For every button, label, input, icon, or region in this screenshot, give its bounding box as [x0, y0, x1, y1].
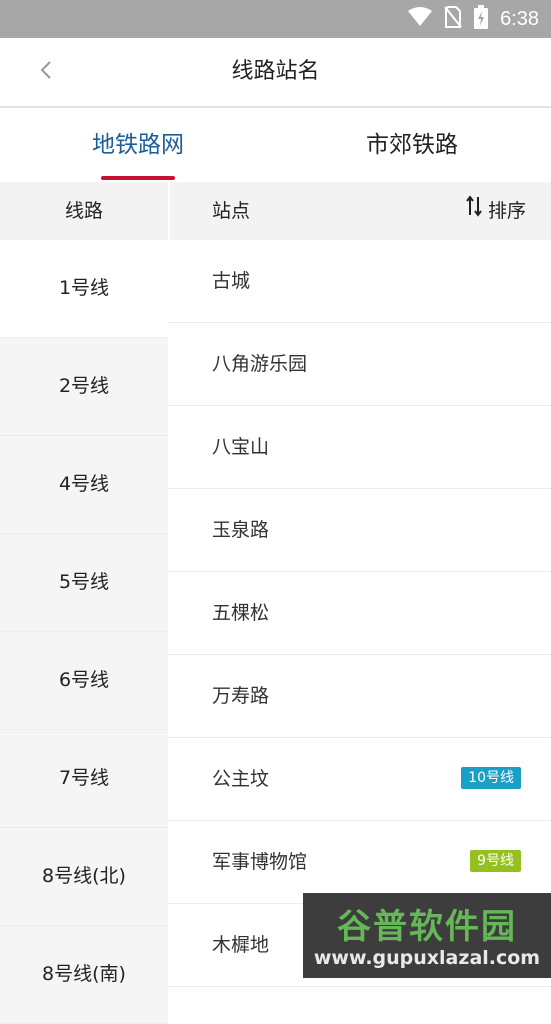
- line-list: 1号线 2号线 4号线 5号线 6号线 7号线 8号线(北) 8号线(南): [0, 240, 168, 1024]
- watermark: 谷普软件园 www.gupuxlazal.com: [303, 893, 551, 978]
- station-row[interactable]: 玉泉路: [168, 489, 551, 572]
- station-row[interactable]: 八角游乐园: [168, 323, 551, 406]
- station-name: 古城: [212, 270, 251, 292]
- watermark-title: 谷普软件园: [337, 907, 517, 947]
- station-row[interactable]: 五棵松: [168, 572, 551, 655]
- tab-suburban-railway[interactable]: 市郊铁路: [330, 108, 494, 182]
- station-row[interactable]: 公主坟 10号线: [168, 738, 551, 821]
- title-bar: 线路站名: [0, 38, 551, 108]
- station-name: 玉泉路: [212, 519, 270, 541]
- transfer-badge: 9号线: [470, 850, 521, 872]
- line-item[interactable]: 6号线: [0, 632, 168, 730]
- station-name: 军事博物馆: [212, 851, 308, 873]
- status-time: 6:38: [500, 7, 539, 30]
- line-item[interactable]: 8号线(北): [0, 828, 168, 926]
- line-item[interactable]: 1号线: [0, 240, 168, 338]
- tab-bar: 地铁路网 市郊铁路: [0, 108, 551, 182]
- line-item[interactable]: 4号线: [0, 436, 168, 534]
- line-item[interactable]: 5号线: [0, 534, 168, 632]
- back-button[interactable]: [28, 52, 64, 92]
- lines-column-header: 线路: [0, 182, 168, 240]
- line-item[interactable]: 8号线(南): [0, 926, 168, 1024]
- stations-header-label: 站点: [212, 200, 251, 222]
- station-name: 五棵松: [212, 602, 270, 624]
- station-row[interactable]: 八宝山: [168, 406, 551, 489]
- station-list: 古城 八角游乐园 八宝山 玉泉路 五棵松 万寿路 公主坟 10号线 军事博物馆 …: [168, 240, 551, 987]
- transfer-badge: 10号线: [461, 767, 521, 789]
- station-name: 八宝山: [212, 436, 270, 458]
- station-row[interactable]: 古城: [168, 240, 551, 323]
- sort-label: 排序: [487, 200, 526, 222]
- chevron-left-icon: [39, 60, 53, 84]
- sort-arrows-icon: [466, 182, 482, 240]
- sort-button[interactable]: 排序: [466, 182, 526, 240]
- tab-metro-network[interactable]: 地铁路网: [56, 108, 220, 182]
- no-sim-icon: [444, 6, 462, 32]
- stations-column-header: 站点 排序: [170, 182, 551, 240]
- wifi-icon: [408, 7, 433, 31]
- station-name: 万寿路: [212, 685, 270, 707]
- station-row[interactable]: 万寿路: [168, 655, 551, 738]
- station-name: 八角游乐园: [212, 353, 308, 375]
- battery-charging-icon: [474, 5, 489, 33]
- station-name: 公主坟: [212, 768, 270, 790]
- line-item[interactable]: 2号线: [0, 338, 168, 436]
- line-item[interactable]: 7号线: [0, 730, 168, 828]
- station-name: 木樨地: [212, 934, 270, 956]
- status-bar: 6:38: [0, 0, 551, 38]
- active-tab-indicator: [101, 176, 175, 180]
- page-title: 线路站名: [231, 59, 320, 84]
- station-row[interactable]: 军事博物馆 9号线: [168, 821, 551, 904]
- watermark-url: www.gupuxlazal.com: [313, 947, 541, 969]
